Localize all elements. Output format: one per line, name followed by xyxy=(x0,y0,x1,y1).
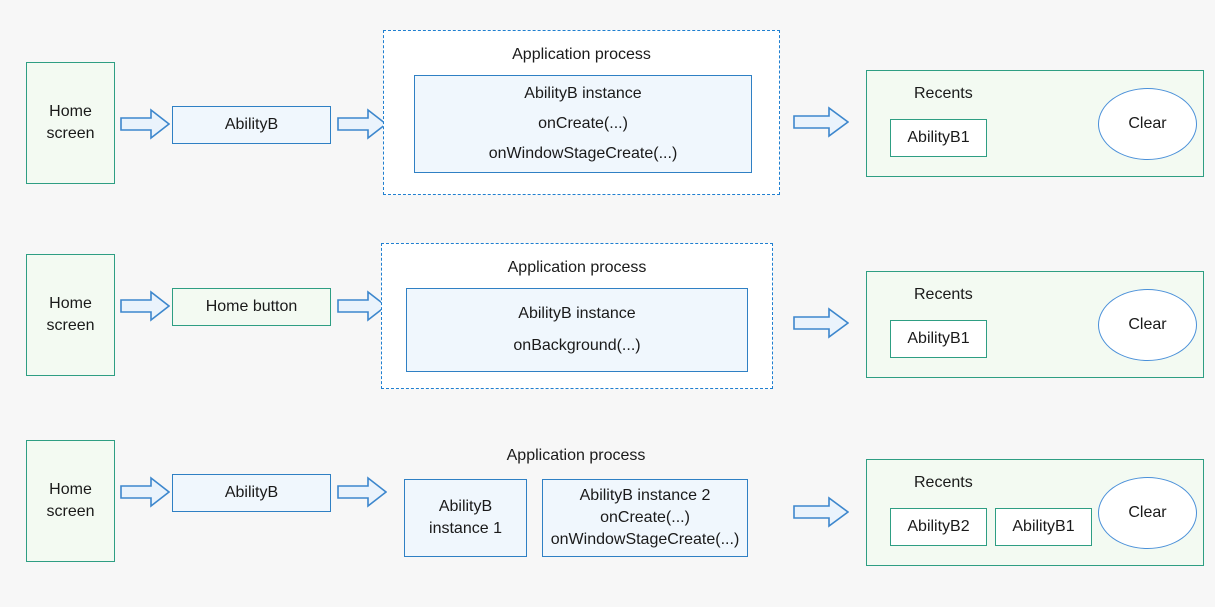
recents-panel-row-2: Recents AbilityB1 Clear xyxy=(866,271,1204,378)
recents-panel-row-3: Recents AbilityB2 AbilityB1 Clear xyxy=(866,459,1204,566)
action-box-row-3[interactable]: AbilityB xyxy=(172,474,331,512)
flow-arrow-row-3-step-3 xyxy=(793,496,849,528)
clear-button-row-1[interactable]: Clear xyxy=(1098,88,1197,160)
action-box-row-2[interactable]: Home button xyxy=(172,288,331,326)
instance-line-1: AbilityB instance xyxy=(524,84,642,102)
recents-chip-label: AbilityB1 xyxy=(1012,517,1075,535)
ability-instance-box-row-2: AbilityB instance onBackground(...) xyxy=(406,288,748,372)
ability-instance-box-row-3-2: AbilityB instance 2 onCreate(...) onWind… xyxy=(542,479,748,557)
flow-arrow-row-3-step-2 xyxy=(337,476,387,508)
application-process-container-row-3: Application process AbilityB instance 1 … xyxy=(396,440,756,562)
flow-arrow-row-1-step-2 xyxy=(337,108,387,140)
clear-button-label: Clear xyxy=(1128,316,1167,333)
home-screen-box-row-3: Home screen xyxy=(26,440,115,562)
instance-line-1: AbilityB xyxy=(438,497,493,515)
block-arrow-right-icon xyxy=(793,307,849,339)
flow-arrow-row-1-step-3 xyxy=(793,106,849,138)
recents-chip-row-2-0[interactable]: AbilityB1 xyxy=(890,320,987,358)
application-process-container-row-1: Application process AbilityB instance on… xyxy=(383,30,780,195)
recents-chip-row-3-1[interactable]: AbilityB1 xyxy=(995,508,1092,546)
home-screen-box-row-1: Home screen xyxy=(26,62,115,184)
action-box-row-1[interactable]: AbilityB xyxy=(172,106,331,144)
home-screen-label-line-1: Home xyxy=(49,294,92,312)
instance-line-2: onCreate(...) xyxy=(600,508,690,526)
recents-chip-row-1-0[interactable]: AbilityB1 xyxy=(890,119,987,157)
instance-line-2: onCreate(...) xyxy=(538,114,628,132)
application-process-title-row-1: Application process xyxy=(512,46,651,63)
home-screen-label-line-2: screen xyxy=(46,125,95,142)
flow-arrow-row-2-step-3 xyxy=(793,307,849,339)
recents-chip-row-3-0[interactable]: AbilityB2 xyxy=(890,508,987,546)
block-arrow-right-icon xyxy=(337,108,387,140)
home-screen-box-row-2: Home screen xyxy=(26,254,115,376)
action-label-row-2: Home button xyxy=(205,297,298,315)
diagram-canvas: Home screen AbilityB Application process… xyxy=(0,0,1215,607)
block-arrow-right-icon xyxy=(793,106,849,138)
recents-title-row-2: Recents xyxy=(914,286,973,303)
recents-chip-label: AbilityB1 xyxy=(907,128,970,146)
block-arrow-right-icon xyxy=(337,476,387,508)
application-process-title-row-2: Application process xyxy=(507,259,647,276)
home-screen-label-line-2: screen xyxy=(46,317,95,334)
clear-button-label: Clear xyxy=(1128,115,1167,132)
flow-arrow-row-2-step-1 xyxy=(120,290,170,322)
instance-line-3: onWindowStageCreate(...) xyxy=(488,145,678,163)
clear-button-row-2[interactable]: Clear xyxy=(1098,289,1197,361)
recents-title-row-1: Recents xyxy=(914,85,973,102)
flow-arrow-row-1-step-1 xyxy=(120,108,170,140)
instance-line-1: AbilityB instance 2 xyxy=(579,486,711,504)
ability-instance-box-row-3-1: AbilityB instance 1 xyxy=(404,479,527,557)
action-label-row-1: AbilityB xyxy=(224,115,279,133)
recents-title-row-3: Recents xyxy=(914,474,973,491)
home-screen-label-line-2: screen xyxy=(46,503,95,520)
instance-line-2: onBackground(...) xyxy=(513,337,641,354)
instance-line-3: onWindowStageCreate(...) xyxy=(550,531,740,549)
recents-chip-label: AbilityB2 xyxy=(907,517,970,535)
recents-panel-row-1: Recents AbilityB1 Clear xyxy=(866,70,1204,177)
clear-button-label: Clear xyxy=(1128,504,1167,521)
flow-arrow-row-2-step-2 xyxy=(337,290,387,322)
home-screen-label-line-1: Home xyxy=(49,102,92,120)
flow-arrow-row-3-step-1 xyxy=(120,476,170,508)
instance-line-1: AbilityB instance xyxy=(518,304,636,322)
block-arrow-right-icon xyxy=(120,108,170,140)
recents-chip-label: AbilityB1 xyxy=(907,329,970,347)
action-label-row-3: AbilityB xyxy=(224,483,279,501)
ability-instance-box-row-1: AbilityB instance onCreate(...) onWindow… xyxy=(414,75,752,173)
clear-button-row-3[interactable]: Clear xyxy=(1098,477,1197,549)
block-arrow-right-icon xyxy=(120,476,170,508)
home-screen-label-line-1: Home xyxy=(49,480,92,498)
application-process-container-row-2: Application process AbilityB instance on… xyxy=(381,243,773,389)
block-arrow-right-icon xyxy=(120,290,170,322)
block-arrow-right-icon xyxy=(793,496,849,528)
application-process-title-row-3: Application process xyxy=(506,447,646,464)
instance-line-2: instance 1 xyxy=(429,520,502,537)
block-arrow-right-icon xyxy=(337,290,387,322)
